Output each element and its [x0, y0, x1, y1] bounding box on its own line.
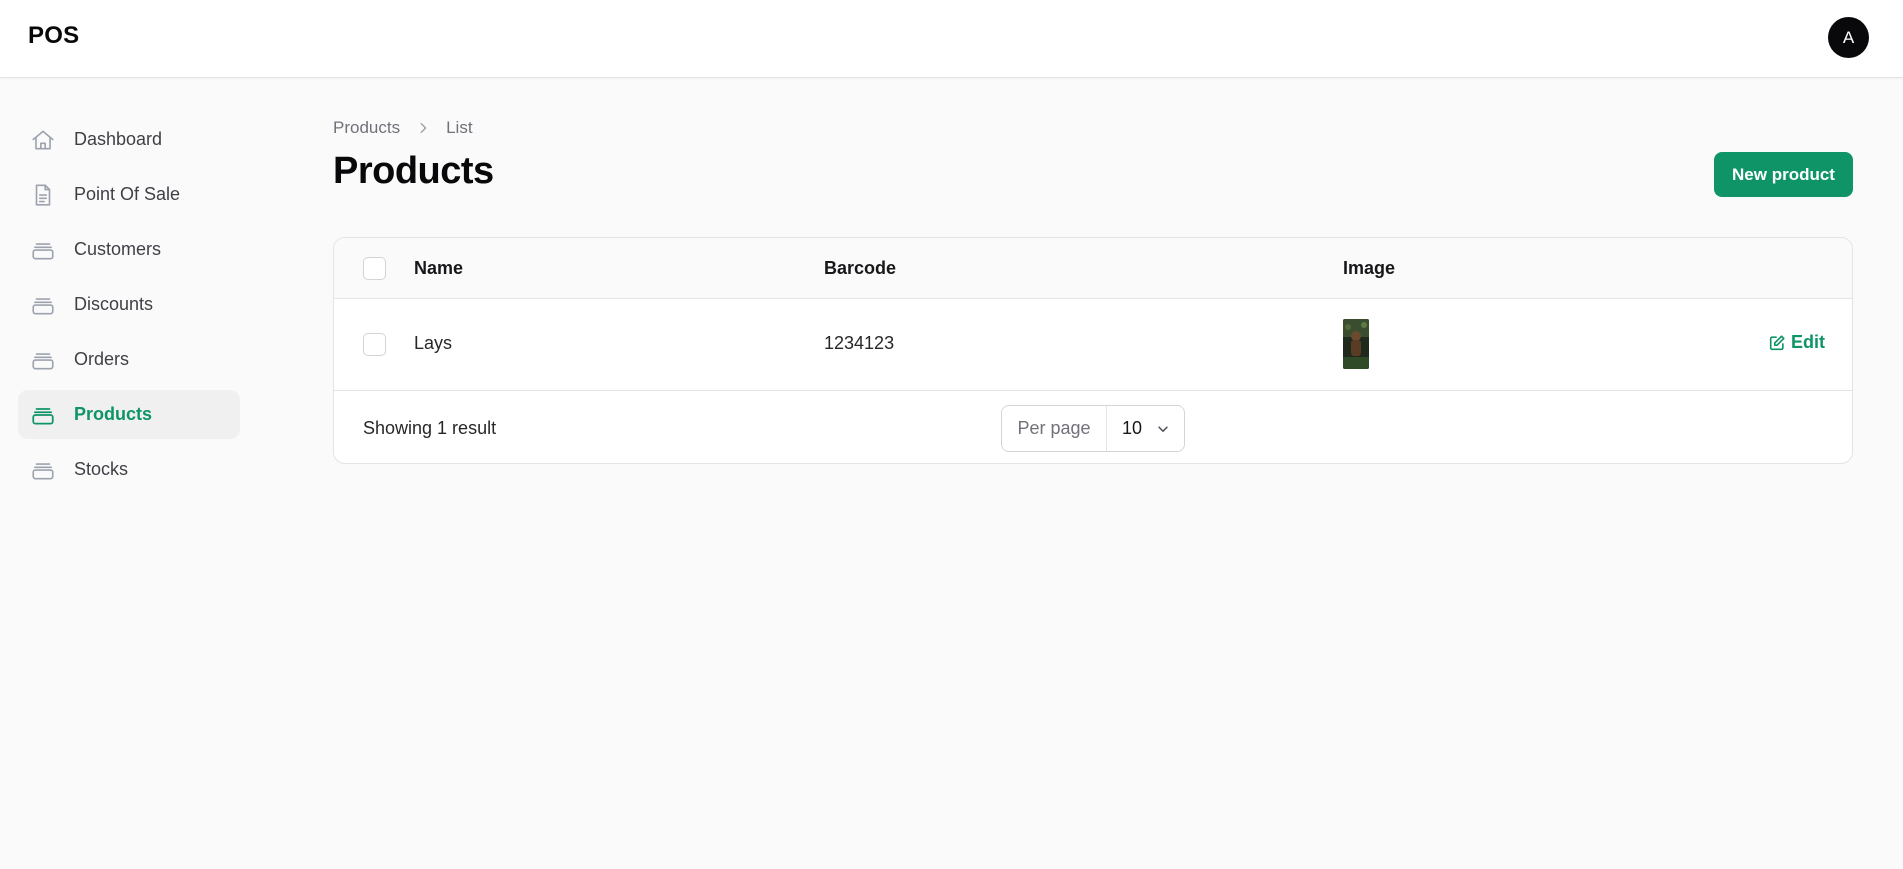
per-page-value: 10 [1122, 418, 1143, 438]
result-count: Showing 1 result [363, 418, 497, 438]
per-page-label: Per page [1002, 406, 1107, 451]
stack-icon [30, 457, 56, 483]
home-icon [30, 127, 56, 153]
user-avatar[interactable]: A [1828, 17, 1869, 58]
sidebar-item-products[interactable]: Products [18, 390, 240, 439]
column-header-name[interactable]: Name [414, 258, 463, 279]
sidebar-item-label: Orders [74, 349, 130, 369]
breadcrumb: Products List [333, 118, 473, 138]
product-barcode-cell: 1234123 [824, 333, 895, 353]
sidebar-item-label: Dashboard [74, 129, 163, 149]
edit-link[interactable]: Edit [1768, 332, 1825, 353]
table-header-row: Name Barcode Image [334, 238, 1852, 299]
table-footer: Showing 1 result Per page 10 [334, 391, 1852, 463]
product-image-thumbnail [1343, 319, 1369, 369]
breadcrumb-current: List [446, 118, 473, 137]
per-page-control: Per page 10 [1001, 405, 1185, 452]
sidebar-nav: Dashboard Point Of Sale Customers Discou… [18, 115, 240, 500]
page-title: Products [333, 150, 494, 192]
new-product-button[interactable]: New product [1714, 152, 1853, 197]
column-header-barcode[interactable]: Barcode [824, 258, 896, 279]
sidebar-item-discounts[interactable]: Discounts [18, 280, 240, 329]
edit-label: Edit [1791, 332, 1825, 352]
sidebar-item-label: Stocks [74, 459, 129, 479]
column-header-image[interactable]: Image [1343, 258, 1395, 279]
top-bar: POS A [0, 0, 1903, 78]
product-name-cell: Lays [414, 333, 453, 353]
per-page-select[interactable]: 10 [1107, 406, 1184, 451]
table-row[interactable]: Lays 1234123 Edit [334, 299, 1852, 391]
stack-icon [30, 347, 56, 373]
sidebar-item-point-of-sale[interactable]: Point Of Sale [18, 170, 240, 219]
select-all-checkbox[interactable] [363, 257, 386, 280]
sidebar-item-orders[interactable]: Orders [18, 335, 240, 384]
stack-icon [30, 402, 56, 428]
edit-icon [1768, 334, 1791, 352]
sidebar-item-customers[interactable]: Customers [18, 225, 240, 274]
brand-logo[interactable]: POS [28, 22, 79, 50]
document-icon [30, 182, 56, 208]
sidebar-item-label: Products [74, 404, 153, 424]
sidebar-item-label: Discounts [74, 294, 154, 314]
sidebar-item-stocks[interactable]: Stocks [18, 445, 240, 494]
breadcrumb-parent-link[interactable]: Products [333, 118, 400, 138]
sidebar-item-label: Customers [74, 239, 162, 259]
sidebar-item-dashboard[interactable]: Dashboard [18, 115, 240, 164]
sidebar-item-label: Point Of Sale [74, 184, 181, 204]
chevron-down-icon [1142, 422, 1170, 436]
stack-icon [30, 292, 56, 318]
products-table: Name Barcode Image Lays 1234123 Edit Sho… [333, 237, 1853, 464]
chevron-right-icon [416, 121, 430, 135]
row-select-checkbox[interactable] [363, 333, 386, 356]
stack-icon [30, 237, 56, 263]
